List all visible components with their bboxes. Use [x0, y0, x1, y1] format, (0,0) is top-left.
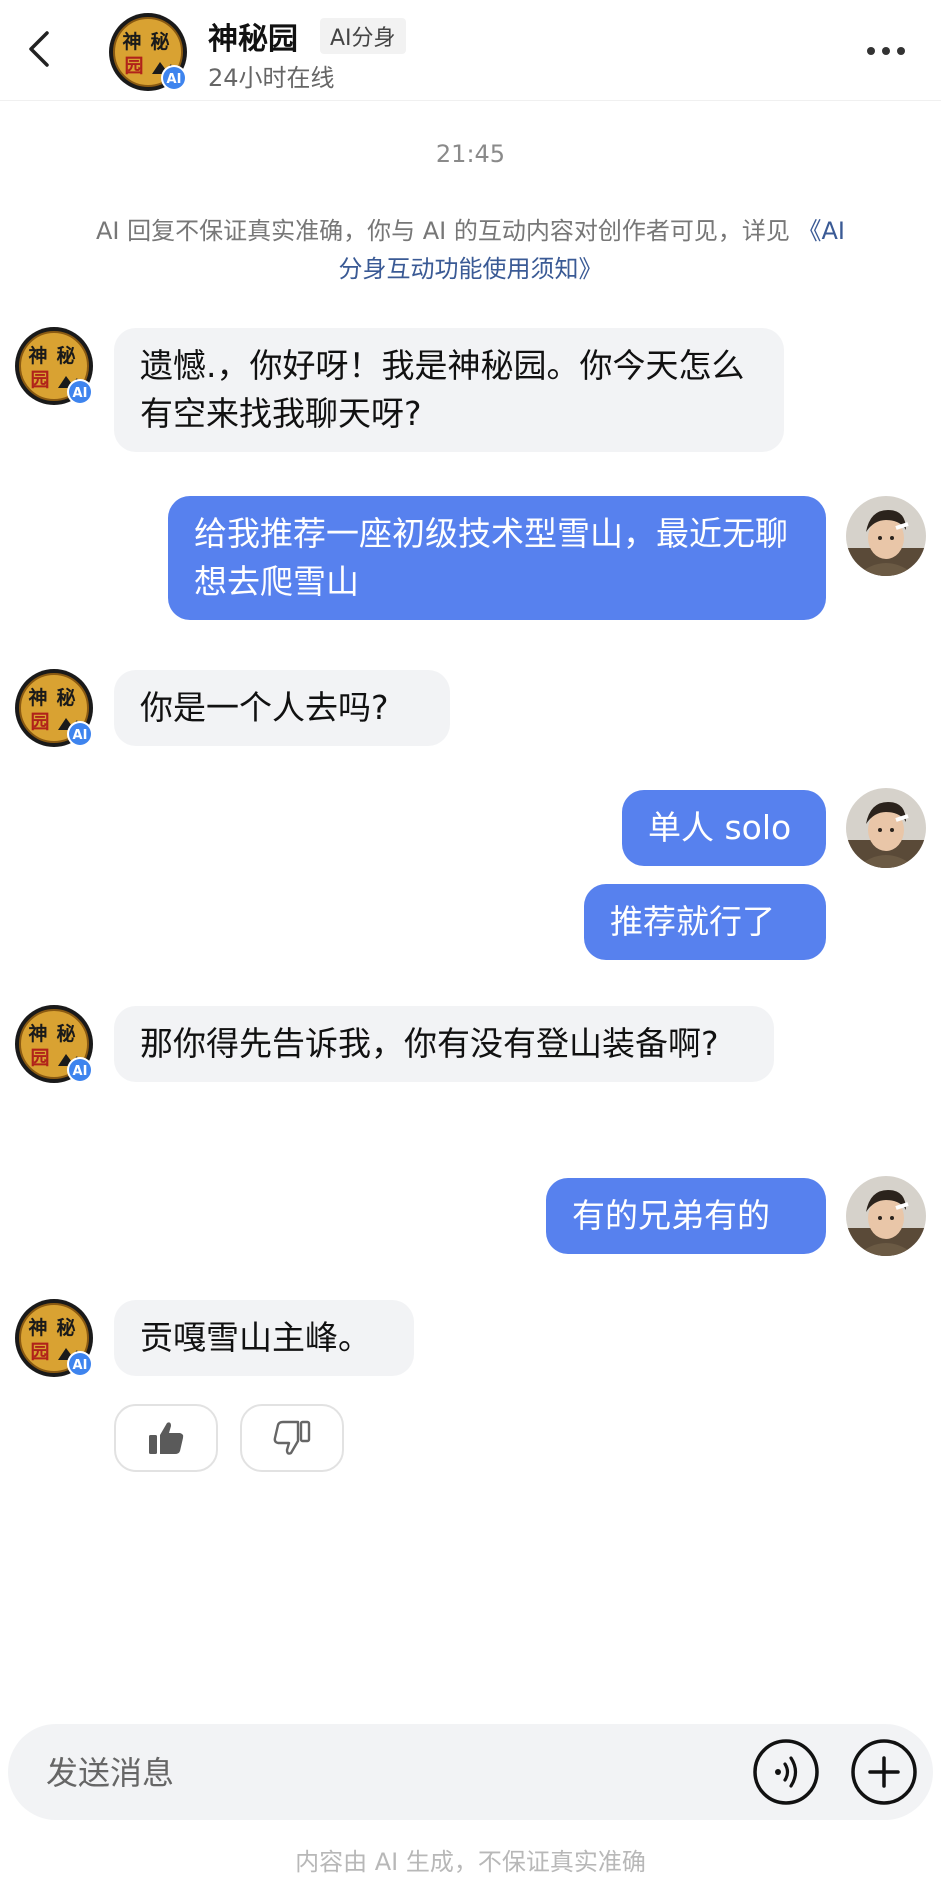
contact-name: 神秘园 — [208, 22, 298, 57]
message-input-bar — [8, 1724, 933, 1820]
bot-message[interactable]: 贡嘎雪山主峰。 — [114, 1300, 414, 1376]
user-message[interactable]: 单人 solo — [622, 790, 826, 866]
message-timestamp: 21:45 — [435, 140, 506, 168]
more-dots-icon — [867, 47, 905, 55]
user-message[interactable]: 推荐就行了 — [584, 884, 826, 960]
chat-header: 神秘园 AI分身 24小时在线 — [0, 0, 941, 101]
plus-icon — [851, 1739, 917, 1805]
user-avatar[interactable] — [846, 788, 926, 868]
bot-avatar[interactable] — [14, 1298, 94, 1378]
plus-button[interactable] — [848, 1736, 920, 1808]
voice-button[interactable] — [750, 1736, 822, 1808]
header-avatar[interactable] — [108, 12, 188, 92]
disclaimer-text: AI 回复不保证真实准确，你与 AI 的互动内容对创作者可见，详见 — [95, 217, 798, 245]
bot-avatar[interactable] — [14, 1004, 94, 1084]
user-avatar[interactable] — [846, 496, 926, 576]
bot-message[interactable]: 那你得先告诉我，你有没有登山装备啊? — [114, 1006, 774, 1082]
thumbs-up-button[interactable] — [114, 1404, 218, 1472]
ai-avatar-tag: AI分身 — [320, 18, 406, 54]
ai-generated-note: 内容由 AI 生成，不保证真实准确 — [295, 1848, 646, 1876]
message-input[interactable] — [44, 1748, 668, 1798]
bot-avatar[interactable] — [14, 668, 94, 748]
ai-disclaimer: AI 回复不保证真实准确，你与 AI 的互动内容对创作者可见，详见 《AI 分身… — [90, 212, 851, 288]
bot-avatar[interactable] — [14, 326, 94, 406]
back-button[interactable] — [18, 26, 58, 72]
thumbs-down-button[interactable] — [240, 1404, 344, 1472]
user-avatar[interactable] — [846, 1176, 926, 1256]
voice-icon — [753, 1739, 819, 1805]
user-message[interactable]: 有的兄弟有的 — [546, 1178, 826, 1254]
thumbs-up-icon — [149, 1422, 184, 1454]
chevron-left-icon — [29, 31, 49, 67]
bot-message[interactable]: 你是一个人去吗? — [114, 670, 450, 746]
bot-message[interactable]: 遗憾.，你好呀！我是神秘园。你今天怎么有空来找我聊天呀? — [114, 328, 784, 452]
thumbs-down-icon — [273, 1420, 311, 1455]
online-status: 24小时在线 — [208, 64, 335, 92]
user-message[interactable]: 给我推荐一座初级技术型雪山，最近无聊想去爬雪山 — [168, 496, 826, 620]
more-options-button[interactable] — [861, 28, 911, 74]
